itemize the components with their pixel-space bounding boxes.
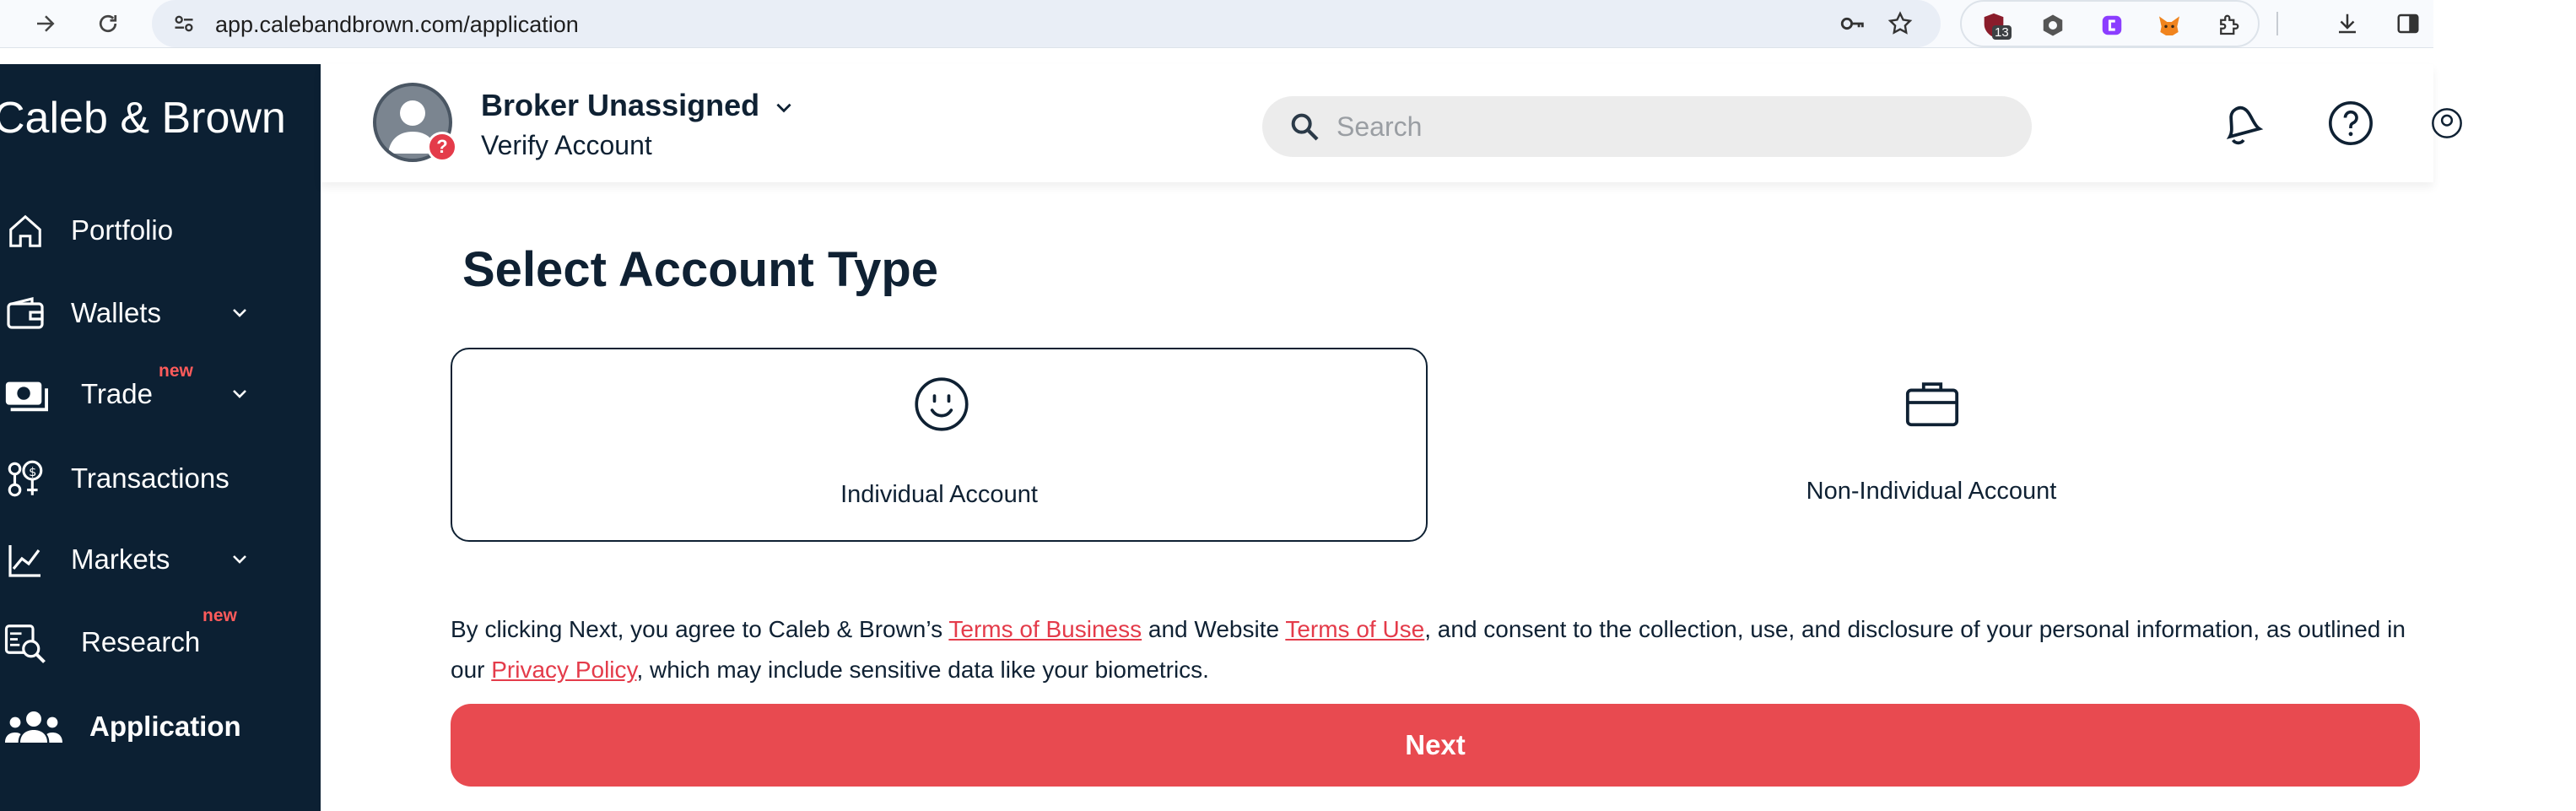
extension-badge: 13 xyxy=(1992,25,2012,40)
non-individual-account-option[interactable]: Non-Individual Account xyxy=(1443,348,2420,542)
sidebar-item-research[interactable]: Research new xyxy=(0,606,321,675)
brand-logo[interactable]: Caleb & Brown xyxy=(0,93,286,143)
sidebar-item-label: Portfolio xyxy=(71,214,174,246)
svg-text:$: $ xyxy=(29,465,36,479)
browser-toolbar: app.calebandbrown.com/application 13 xyxy=(0,0,2433,48)
next-button[interactable]: Next xyxy=(451,704,2420,787)
broker-name: Broker Unassigned xyxy=(481,88,760,122)
bookmark-star-icon[interactable] xyxy=(1885,8,1915,39)
terms-of-use-link[interactable]: Terms of Use xyxy=(1285,616,1424,642)
briefcase-icon xyxy=(1903,373,1962,432)
consent-text-part: , which may include sensitive data like … xyxy=(636,657,1209,683)
top-header: ? Broker Unassigned Verify Account Searc… xyxy=(321,64,2462,182)
chevron-down-icon[interactable] xyxy=(224,378,255,408)
site-settings-icon[interactable] xyxy=(169,8,199,39)
sidebar-item-wallets[interactable]: Wallets xyxy=(0,278,321,346)
sidebar-item-label: Markets xyxy=(71,543,170,575)
terms-of-business-link[interactable]: Terms of Business xyxy=(948,616,1142,642)
research-icon xyxy=(2,619,49,667)
fox-wallet-icon[interactable] xyxy=(2154,10,2184,41)
shield-extension-icon[interactable]: 13 xyxy=(1979,10,2012,41)
broker-dropdown[interactable]: Broker Unassigned xyxy=(481,88,795,123)
toolbar-divider xyxy=(2276,12,2278,35)
url-text[interactable]: app.calebandbrown.com/application xyxy=(215,12,579,38)
sidebar-item-markets[interactable]: Markets xyxy=(0,525,321,592)
smiley-icon xyxy=(912,375,971,434)
page-title: Select Account Type xyxy=(462,242,939,297)
new-badge: new xyxy=(203,606,237,625)
sidebar-item-application[interactable]: Application xyxy=(0,692,321,760)
consent-text-part: and Website xyxy=(1142,616,1286,642)
purple-extension-icon[interactable] xyxy=(2097,10,2127,41)
new-badge: new xyxy=(159,361,193,381)
privacy-policy-link[interactable]: Privacy Policy xyxy=(491,657,636,683)
profile-icon[interactable] xyxy=(2430,96,2464,150)
sidebar-item-trade[interactable]: Trade new xyxy=(0,360,321,427)
sidebar: Caleb & Brown Portfolio Wallets Trade ne… xyxy=(0,64,321,811)
extensions-group: 13 xyxy=(1960,0,2260,47)
option-label: Individual Account xyxy=(840,481,1038,508)
consent-text-part: By clicking Next, you agree to Caleb & B… xyxy=(451,616,949,642)
verify-account-link[interactable]: Verify Account xyxy=(481,130,652,161)
download-icon[interactable] xyxy=(2330,7,2364,41)
verification-status-badge: ? xyxy=(427,132,457,162)
individual-account-option[interactable]: Individual Account xyxy=(451,348,1428,542)
puzzle-extensions-icon[interactable] xyxy=(2213,10,2244,41)
sidebar-item-label: Application xyxy=(89,711,241,742)
sidebar-item-label: Research xyxy=(81,626,201,657)
chevron-down-icon[interactable] xyxy=(224,543,255,574)
sidebar-item-label: Wallets xyxy=(71,297,161,328)
search-input[interactable]: Search xyxy=(1262,96,2032,157)
sidebar-item-transactions[interactable]: $ Transactions xyxy=(0,444,321,511)
users-icon xyxy=(2,704,66,751)
line-chart-icon xyxy=(2,537,49,584)
cash-icon xyxy=(2,371,49,419)
key-icon[interactable] xyxy=(1838,8,1868,39)
consent-text: By clicking Next, you agree to Caleb & B… xyxy=(451,609,2425,690)
search-placeholder: Search xyxy=(1337,111,1423,142)
sidebar-item-label: Transactions xyxy=(71,462,230,494)
wallet-icon xyxy=(2,290,49,338)
address-bar[interactable]: app.calebandbrown.com/application xyxy=(152,0,1941,47)
sidebar-item-label: Trade xyxy=(81,378,153,409)
option-label: Non-Individual Account xyxy=(1806,478,2057,505)
bell-icon[interactable] xyxy=(2212,96,2266,150)
sidebar-item-portfolio[interactable]: Portfolio xyxy=(0,196,321,263)
forward-icon[interactable] xyxy=(29,7,62,41)
reload-icon[interactable] xyxy=(91,7,125,41)
chevron-down-icon[interactable] xyxy=(224,297,255,327)
help-icon[interactable] xyxy=(2324,96,2378,150)
hexagon-extension-icon[interactable] xyxy=(2038,10,2068,41)
chevron-down-icon xyxy=(776,104,791,113)
search-icon xyxy=(1291,113,1319,141)
coins-icon: $ xyxy=(2,456,49,503)
side-panel-icon[interactable] xyxy=(2391,7,2425,41)
home-icon xyxy=(2,208,49,255)
